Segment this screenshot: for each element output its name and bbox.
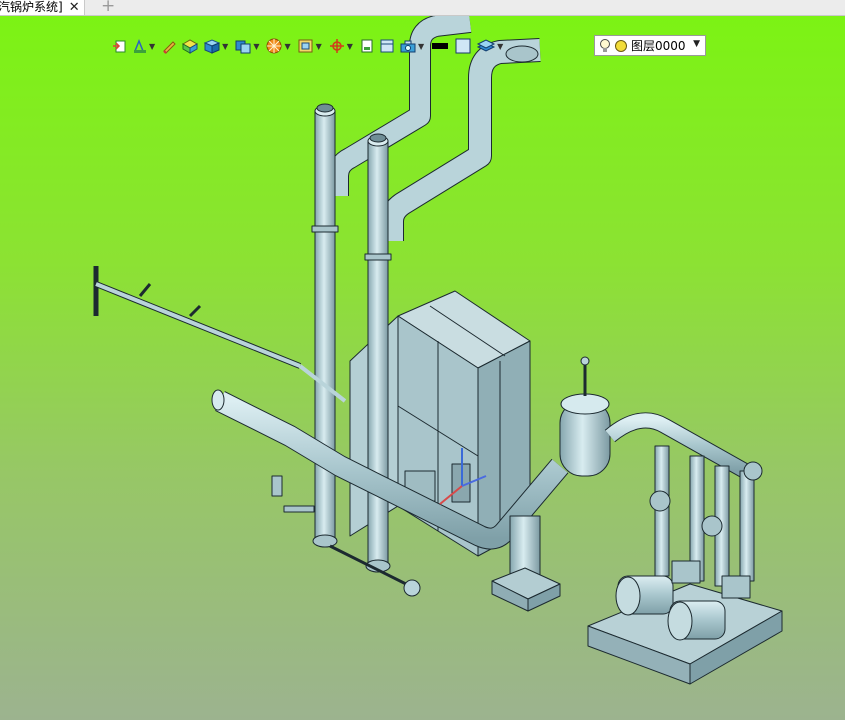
layer-color-icon[interactable] (614, 39, 628, 53)
tab-label: 汽锅炉系统] (0, 0, 63, 14)
solid-block-icon[interactable] (181, 35, 199, 57)
chevron-down-icon[interactable]: ▼ (497, 42, 503, 51)
tab-bar: 汽锅炉系统] ✕ + (0, 0, 845, 16)
color-black-icon[interactable] (430, 35, 450, 57)
3d-viewport[interactable]: ▼ ▼ ▼ ▼ ▼ ▼ ▼ ▼ 图层0000 ▼ (0, 16, 845, 720)
chevron-down-icon[interactable]: ▼ (693, 39, 700, 49)
chevron-down-icon[interactable]: ▼ (253, 42, 259, 51)
layer-name: 图层0000 (631, 39, 686, 53)
pencil-icon[interactable] (161, 35, 177, 57)
close-icon[interactable]: ✕ (69, 0, 80, 15)
layers-stack-icon[interactable]: ▼ (476, 35, 505, 57)
render-style-icon[interactable]: ▼ (265, 35, 292, 57)
document-tab[interactable]: 汽锅炉系统] ✕ (0, 0, 85, 15)
view-orient-icon[interactable]: ▼ (297, 35, 324, 57)
display-mode-icon[interactable]: ▼ (234, 35, 261, 57)
chevron-down-icon[interactable]: ▼ (316, 42, 322, 51)
triad-icon[interactable]: ▼ (328, 35, 355, 57)
layer-select[interactable]: 图层0000 ▼ (594, 35, 706, 56)
lightbulb-icon[interactable] (599, 38, 611, 54)
camera-icon[interactable]: ▼ (399, 35, 426, 57)
new-tab-button[interactable]: + (101, 0, 115, 15)
chevron-down-icon[interactable]: ▼ (149, 42, 155, 51)
chevron-down-icon[interactable]: ▼ (347, 42, 353, 51)
measure-icon[interactable]: ▼ (132, 35, 157, 57)
boiler-system-model[interactable] (0, 16, 845, 720)
chevron-down-icon[interactable]: ▼ (418, 42, 424, 51)
chevron-down-icon[interactable]: ▼ (284, 42, 290, 51)
exit-sketch-icon[interactable] (112, 35, 128, 57)
cube-view-icon[interactable]: ▼ (203, 35, 230, 57)
chevron-down-icon[interactable]: ▼ (222, 42, 228, 51)
view-toolbar: ▼ ▼ ▼ ▼ ▼ ▼ ▼ ▼ (112, 35, 509, 57)
section-icon[interactable] (359, 35, 375, 57)
color-light-icon[interactable] (454, 35, 472, 57)
filter-icon[interactable] (379, 35, 395, 57)
